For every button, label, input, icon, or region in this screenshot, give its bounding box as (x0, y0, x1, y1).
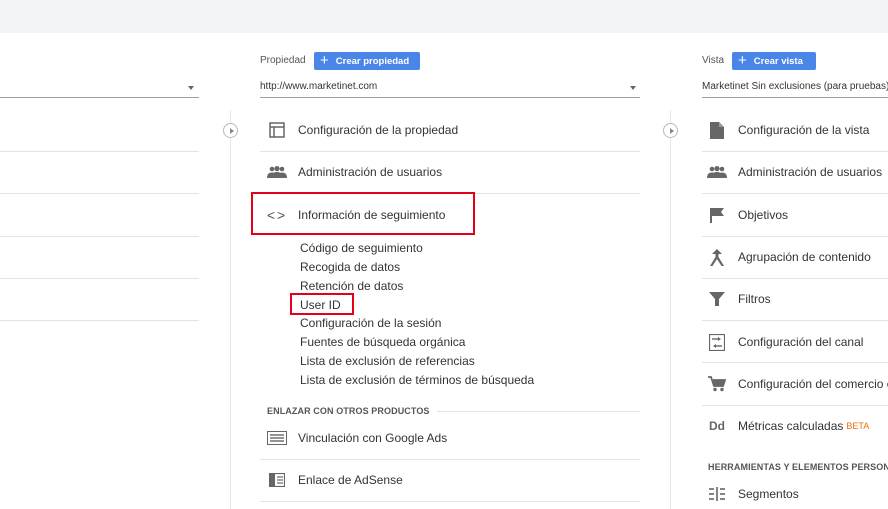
plus-icon: + (738, 52, 747, 69)
calculated-metrics-item[interactable]: Dd Métricas calculadas BETA (706, 405, 869, 447)
view-settings-item[interactable]: Configuración de la vista (706, 109, 869, 151)
view-users-label: Administración de usuarios (738, 165, 883, 179)
property-settings-item[interactable]: Configuración de la propiedad (266, 109, 458, 151)
create-view-button[interactable]: + Crear vista (732, 52, 816, 70)
goals-item[interactable]: Objetivos (706, 194, 788, 236)
view-users-item[interactable]: Administración de usuarios (706, 151, 882, 193)
create-view-label: Crear vista (753, 55, 803, 67)
adsense-label: Enlace de AdSense (298, 473, 403, 487)
create-property-button[interactable]: + Crear propiedad (314, 52, 420, 70)
users-icon (706, 163, 728, 181)
search-term-exclusion-link[interactable]: Lista de exclusión de términos de búsque… (300, 373, 534, 387)
beta-badge: BETA (846, 421, 870, 431)
property-label: Propiedad (260, 55, 306, 66)
filter-icon (706, 290, 728, 308)
adsense-link-item[interactable]: Enlace de AdSense (266, 459, 403, 501)
google-ads-link-item[interactable]: Vinculación con Google Ads (266, 417, 447, 459)
account-row-divider (0, 151, 199, 152)
segments-icon (706, 485, 728, 503)
channel-icon (706, 333, 728, 351)
referral-exclusion-link[interactable]: Lista de exclusión de referencias (300, 354, 475, 368)
document-icon (706, 121, 728, 139)
arrow-right-icon (223, 123, 238, 138)
cart-icon (706, 375, 728, 393)
property-select[interactable]: http://www.marketinet.com (260, 79, 640, 98)
google-ads-label: Vinculación con Google Ads (298, 431, 448, 445)
account-row-divider (0, 278, 199, 279)
content-grouping-icon (706, 248, 728, 266)
section-divider (437, 411, 640, 412)
calculated-metrics-label: Métricas calculadas (738, 419, 844, 433)
linking-section-header: ENLAZAR CON OTROS PRODUCTOS (267, 406, 430, 416)
account-row-divider (0, 236, 199, 237)
organic-sources-link[interactable]: Fuentes de búsqueda orgánica (300, 335, 465, 349)
filters-label: Filtros (738, 292, 771, 306)
content-grouping-item[interactable]: Agrupación de contenido (706, 236, 871, 278)
plus-icon: + (320, 52, 329, 69)
arrow-right-icon (663, 123, 678, 138)
adsense-icon (266, 471, 288, 489)
google-ads-icon (266, 429, 288, 447)
create-property-label: Crear propiedad (335, 55, 410, 67)
property-settings-label: Configuración de la propiedad (298, 123, 459, 137)
highlight-box (290, 293, 354, 315)
data-retention-link[interactable]: Retención de datos (300, 279, 403, 293)
account-select[interactable] (0, 79, 199, 98)
column-divider (230, 110, 231, 509)
menu-divider (260, 501, 640, 502)
content-grouping-label: Agrupación de contenido (738, 250, 871, 264)
property-users-item[interactable]: Administración de usuarios (266, 151, 442, 193)
tracking-code-link[interactable]: Código de seguimiento (300, 241, 423, 255)
view-settings-label: Configuración de la vista (738, 123, 870, 137)
property-settings-icon (266, 121, 288, 139)
data-collection-link[interactable]: Recogida de datos (300, 260, 400, 274)
chevron-down-icon (188, 86, 194, 90)
top-bar (0, 0, 888, 33)
view-label: Vista (702, 55, 725, 66)
view-select[interactable]: Marketinet Sin exclusiones (para pruebas… (702, 79, 888, 98)
session-settings-link[interactable]: Configuración de la sesión (300, 316, 441, 330)
channel-settings-label: Configuración del canal (738, 335, 864, 349)
flag-icon (706, 206, 728, 224)
goals-label: Objetivos (738, 208, 789, 222)
dd-icon: Dd (709, 419, 725, 433)
filters-item[interactable]: Filtros (706, 278, 771, 320)
account-row-divider (0, 193, 199, 194)
segments-label: Segmentos (738, 487, 799, 501)
highlight-box (251, 192, 475, 235)
view-select-value: Marketinet Sin exclusiones (para pruebas… (702, 81, 888, 92)
property-select-value: http://www.marketinet.com (260, 81, 378, 92)
tools-section-header: HERRAMIENTAS Y ELEMENTOS PERSON (708, 462, 888, 472)
channel-settings-item[interactable]: Configuración del canal (706, 321, 863, 363)
ecommerce-settings-label: Configuración del comercio e (738, 377, 888, 391)
chevron-down-icon (630, 86, 636, 90)
property-users-label: Administración de usuarios (298, 165, 443, 179)
account-row-divider (0, 320, 199, 321)
ecommerce-settings-item[interactable]: Configuración del comercio e (706, 363, 888, 405)
segments-item[interactable]: Segmentos (706, 473, 799, 509)
column-divider (670, 110, 671, 509)
users-icon (266, 163, 288, 181)
